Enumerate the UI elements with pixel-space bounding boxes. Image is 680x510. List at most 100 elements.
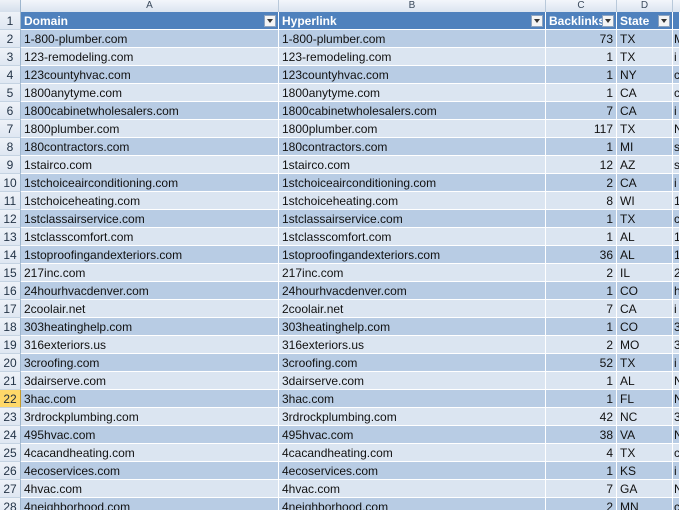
- cell-backlinks[interactable]: 2: [546, 174, 617, 192]
- cell-hyperlink[interactable]: 4cacandheating.com: [279, 444, 546, 462]
- row-number[interactable]: 11: [0, 192, 21, 210]
- cell-hyperlink[interactable]: 303heatinghelp.com: [279, 318, 546, 336]
- cell-hyperlink[interactable]: 4hvac.com: [279, 480, 546, 498]
- cell-e[interactable]: 3: [673, 408, 680, 426]
- cell-state[interactable]: CO: [617, 318, 673, 336]
- cell-e[interactable]: N: [673, 390, 680, 408]
- cell-domain[interactable]: 3croofing.com: [21, 354, 279, 372]
- row-number[interactable]: 3: [0, 48, 21, 66]
- cell-state[interactable]: CA: [617, 174, 673, 192]
- cell-state[interactable]: MO: [617, 336, 673, 354]
- cell-backlinks[interactable]: 1: [546, 138, 617, 156]
- cell-domain[interactable]: 217inc.com: [21, 264, 279, 282]
- cell-state[interactable]: AL: [617, 372, 673, 390]
- cell-state[interactable]: TX: [617, 30, 673, 48]
- cell-state[interactable]: WI: [617, 192, 673, 210]
- cell-e[interactable]: i: [673, 354, 680, 372]
- cell-domain[interactable]: 1stclasscomfort.com: [21, 228, 279, 246]
- cell-domain[interactable]: 3dairserve.com: [21, 372, 279, 390]
- cell-state[interactable]: CA: [617, 84, 673, 102]
- cell-backlinks[interactable]: 73: [546, 30, 617, 48]
- cell-domain[interactable]: 1stclassairservice.com: [21, 210, 279, 228]
- cell-state[interactable]: FL: [617, 390, 673, 408]
- cell-domain[interactable]: 3rdrockplumbing.com: [21, 408, 279, 426]
- cell-state[interactable]: AL: [617, 246, 673, 264]
- cell-hyperlink[interactable]: 3rdrockplumbing.com: [279, 408, 546, 426]
- cell-hyperlink[interactable]: 1800cabinetwholesalers.com: [279, 102, 546, 120]
- cell-hyperlink[interactable]: 1-800-plumber.com: [279, 30, 546, 48]
- row-number[interactable]: 12: [0, 210, 21, 228]
- cell-backlinks[interactable]: 36: [546, 246, 617, 264]
- cell-state[interactable]: CA: [617, 300, 673, 318]
- cell-domain[interactable]: 123countyhvac.com: [21, 66, 279, 84]
- row-number[interactable]: 21: [0, 372, 21, 390]
- cell-e[interactable]: i: [673, 102, 680, 120]
- cell-hyperlink[interactable]: 217inc.com: [279, 264, 546, 282]
- cell-domain[interactable]: 1stchoiceheating.com: [21, 192, 279, 210]
- cell-domain[interactable]: 1stairco.com: [21, 156, 279, 174]
- cell-e[interactable]: s: [673, 138, 680, 156]
- row-number[interactable]: 13: [0, 228, 21, 246]
- cell-hyperlink[interactable]: 4neighborhood.com: [279, 498, 546, 510]
- row-number[interactable]: 27: [0, 480, 21, 498]
- row-number[interactable]: 7: [0, 120, 21, 138]
- cell-domain[interactable]: 4cacandheating.com: [21, 444, 279, 462]
- cell-state[interactable]: GA: [617, 480, 673, 498]
- cell-hyperlink[interactable]: 1stchoiceairconditioning.com: [279, 174, 546, 192]
- row-number[interactable]: 26: [0, 462, 21, 480]
- cell-backlinks[interactable]: 117: [546, 120, 617, 138]
- cell-e[interactable]: N: [673, 480, 680, 498]
- cell-backlinks[interactable]: 2: [546, 498, 617, 510]
- cell-hyperlink[interactable]: 24hourhvacdenver.com: [279, 282, 546, 300]
- row-number[interactable]: 22: [0, 390, 21, 408]
- cell-e[interactable]: i: [673, 462, 680, 480]
- cell-domain[interactable]: 24hourhvacdenver.com: [21, 282, 279, 300]
- cell-state[interactable]: TX: [617, 210, 673, 228]
- cell-e[interactable]: N: [673, 372, 680, 390]
- column-header-d[interactable]: D: [617, 0, 673, 12]
- cell-hyperlink[interactable]: 123countyhvac.com: [279, 66, 546, 84]
- cell-e[interactable]: M: [673, 30, 680, 48]
- row-number[interactable]: 25: [0, 444, 21, 462]
- cell-domain[interactable]: 316exteriors.us: [21, 336, 279, 354]
- cell-e[interactable]: h: [673, 282, 680, 300]
- cell-domain[interactable]: 1stoproofingandexteriors.com: [21, 246, 279, 264]
- cell-state[interactable]: KS: [617, 462, 673, 480]
- header-cell-domain[interactable]: Domain: [21, 12, 279, 30]
- cell-backlinks[interactable]: 1: [546, 390, 617, 408]
- cell-state[interactable]: TX: [617, 444, 673, 462]
- header-cell-backlinks[interactable]: Backlinks: [546, 12, 617, 30]
- cell-e[interactable]: N: [673, 120, 680, 138]
- filter-dropdown-icon[interactable]: [602, 15, 614, 27]
- cell-state[interactable]: NY: [617, 66, 673, 84]
- cell-backlinks[interactable]: 8: [546, 192, 617, 210]
- cell-state[interactable]: AL: [617, 228, 673, 246]
- cell-backlinks[interactable]: 1: [546, 228, 617, 246]
- cell-hyperlink[interactable]: 316exteriors.us: [279, 336, 546, 354]
- column-header-e[interactable]: [673, 0, 680, 12]
- cell-state[interactable]: NC: [617, 408, 673, 426]
- cell-state[interactable]: MN: [617, 498, 673, 510]
- cell-backlinks[interactable]: 1: [546, 282, 617, 300]
- cell-backlinks[interactable]: 1: [546, 66, 617, 84]
- cell-e[interactable]: i: [673, 48, 680, 66]
- cell-domain[interactable]: 1800cabinetwholesalers.com: [21, 102, 279, 120]
- row-number[interactable]: 19: [0, 336, 21, 354]
- select-all-corner[interactable]: [0, 0, 21, 12]
- row-number[interactable]: 10: [0, 174, 21, 192]
- cell-domain[interactable]: 303heatinghelp.com: [21, 318, 279, 336]
- cell-e[interactable]: i: [673, 174, 680, 192]
- cell-state[interactable]: IL: [617, 264, 673, 282]
- cell-state[interactable]: TX: [617, 48, 673, 66]
- filter-dropdown-icon[interactable]: [531, 15, 543, 27]
- header-cell-state[interactable]: State: [617, 12, 673, 30]
- column-header-c[interactable]: C: [546, 0, 617, 12]
- cell-hyperlink[interactable]: 1stoproofingandexteriors.com: [279, 246, 546, 264]
- cell-backlinks[interactable]: 7: [546, 300, 617, 318]
- row-number[interactable]: 6: [0, 102, 21, 120]
- cell-e[interactable]: 2: [673, 264, 680, 282]
- cell-hyperlink[interactable]: 4ecoservices.com: [279, 462, 546, 480]
- filter-dropdown-icon[interactable]: [264, 15, 276, 27]
- cell-e[interactable]: c: [673, 84, 680, 102]
- cell-backlinks[interactable]: 1: [546, 48, 617, 66]
